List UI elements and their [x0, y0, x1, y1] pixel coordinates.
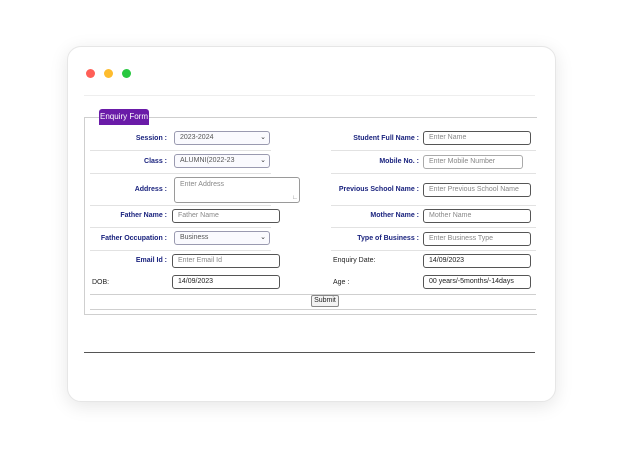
- row-divider: [331, 150, 536, 151]
- row-divider: [331, 227, 536, 228]
- previous-school-input[interactable]: Enter Previous School Name: [423, 183, 531, 197]
- previous-school-label: Previous School Name :: [338, 186, 419, 193]
- address-label: Address :: [134, 186, 167, 193]
- father-name-label: Father Name :: [120, 212, 167, 219]
- maximize-window-dot-icon[interactable]: [122, 69, 131, 78]
- class-select[interactable]: ALUMNI(2022-23 ⌄: [174, 154, 270, 168]
- row-divider: [90, 150, 271, 151]
- father-occupation-label: Father Occupation :: [100, 235, 167, 242]
- session-label: Session :: [135, 135, 167, 142]
- email-input[interactable]: Enter Email Id: [172, 254, 280, 268]
- chevron-down-icon: ⌄: [260, 134, 266, 141]
- enquiry-date-input[interactable]: 14/09/2023: [423, 254, 531, 268]
- session-select[interactable]: 2023-2024 ⌄: [174, 131, 270, 145]
- divider: [84, 95, 535, 96]
- enquiry-form-legend: Enquiry Form: [99, 109, 149, 125]
- row-divider: [331, 205, 536, 206]
- close-window-dot-icon[interactable]: [86, 69, 95, 78]
- age-label: Age :: [333, 279, 350, 286]
- father-name-input[interactable]: Father Name: [172, 209, 280, 223]
- age-input[interactable]: 00 years/-5months/-14days: [423, 275, 531, 289]
- row-divider: [90, 250, 271, 251]
- footer-divider: [84, 352, 535, 353]
- mother-name-input[interactable]: Mother Name: [423, 209, 531, 223]
- row-divider: [331, 250, 536, 251]
- father-occupation-value: Business: [180, 234, 209, 241]
- row-divider: [90, 227, 271, 228]
- mother-name-label: Mother Name :: [370, 212, 419, 219]
- mobile-label: Mobile No. :: [379, 158, 419, 165]
- dob-input[interactable]: 14/09/2023: [172, 275, 280, 289]
- session-value: 2023-2024: [180, 134, 214, 141]
- class-label: Class :: [144, 158, 167, 165]
- enquiry-date-label: Enquiry Date:: [333, 257, 376, 264]
- submit-button[interactable]: Submit: [311, 295, 339, 307]
- address-textarea[interactable]: Enter Address ∟: [174, 177, 300, 203]
- father-occupation-select[interactable]: Business ⌄: [174, 231, 270, 245]
- resize-grip-icon[interactable]: ∟: [292, 195, 298, 201]
- chevron-down-icon: ⌄: [260, 157, 266, 164]
- minimize-window-dot-icon[interactable]: [104, 69, 113, 78]
- row-divider: [331, 173, 536, 174]
- business-type-input[interactable]: Enter Business Type: [423, 232, 531, 246]
- address-placeholder: Enter Address: [180, 181, 224, 188]
- row-divider: [90, 205, 271, 206]
- student-full-name-label: Student Full Name :: [353, 135, 419, 142]
- dob-label: DOB:: [92, 279, 110, 286]
- class-value: ALUMNI(2022-23: [180, 157, 235, 164]
- student-full-name-input[interactable]: Enter Name: [423, 131, 531, 145]
- business-type-label: Type of Business :: [357, 235, 419, 242]
- email-label: Email Id :: [135, 257, 167, 264]
- mobile-input[interactable]: Enter Mobile Number: [423, 155, 523, 169]
- chevron-down-icon: ⌄: [260, 234, 266, 241]
- row-divider: [90, 173, 271, 174]
- browser-window: Enquiry Form Session : 2023-2024 ⌄ Stude…: [67, 46, 556, 402]
